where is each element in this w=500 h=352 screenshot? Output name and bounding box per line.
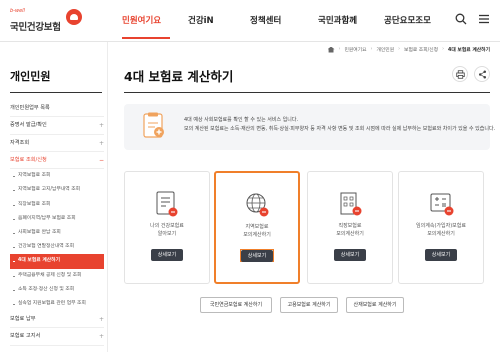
print-button[interactable] [452, 66, 468, 82]
sidebar-subitem-active[interactable]: 4대 보험료 계산하기 [10, 254, 104, 269]
breadcrumb-separator: › [338, 47, 341, 52]
sidebar-item-label: 보험료 조회/신청 [10, 156, 47, 163]
card-label-line: 모의계산하기 [336, 231, 364, 237]
pension-calc-button[interactable]: 국민연금보험료 계산하기 [200, 297, 272, 313]
card-label: 임의계속(가입자)보험료 모의계산하기 [399, 222, 483, 238]
detail-button[interactable]: 상세보기 [151, 249, 183, 261]
document-info-icon [143, 112, 164, 138]
share-icon [478, 70, 486, 78]
sidebar: 개인민원 개인민원업무 목록 증명서 발급/확인 + 자격조회 + 보험료 조회/신… [0, 42, 108, 352]
logo-tagline: b-well [10, 8, 25, 14]
nav-active-underline [122, 37, 170, 39]
title-divider [124, 92, 490, 93]
logo-mark-icon [66, 9, 82, 25]
sidebar-subitem[interactable]: 실속업 지원보험료 관련 업무 조회 [10, 297, 104, 311]
sidebar-divider [10, 92, 102, 93]
plus-icon: + [98, 122, 104, 130]
sidebar-subitem[interactable]: 직장보험료 조회 [10, 198, 104, 212]
industrial-accident-calc-button[interactable]: 산재보험료 계산하기 [346, 297, 404, 313]
calculator-doc-icon [156, 191, 178, 217]
sidebar-item-label: 자격조회 [10, 139, 30, 146]
search-icon[interactable] [455, 13, 467, 25]
sidebar-item-label: 보험료 고지서 [10, 333, 41, 340]
sidebar-item-label: 개인민원업무 목록 [10, 105, 50, 111]
card-my-health-premium: 나의 건강보험료 알아보기 상세보기 [124, 171, 210, 284]
sidebar-item-payment[interactable]: 보험료 납부 + [10, 311, 104, 329]
share-button[interactable] [474, 66, 490, 82]
card-label-line: 모의계산하기 [427, 231, 455, 237]
breadcrumb-separator: › [442, 47, 445, 52]
breadcrumb: › 민원여기요 › 개인민원 › 보험료 조회/신청 › 4대 보험료 계산하기 [327, 46, 490, 53]
breadcrumb-current: 4대 보험료 계산하기 [448, 48, 490, 53]
sidebar-item-eligibility[interactable]: 자격조회 + [10, 135, 104, 152]
sidebar-item-label: 증명서 발급/확인 [10, 122, 47, 129]
card-label-line: 지역보험료 [245, 224, 269, 230]
print-icon [455, 69, 465, 79]
logo-text: 국민건강보험 [10, 22, 61, 33]
card-label-line: 알아보기 [157, 231, 177, 237]
page-title: 4대 보험료 계산하기 [124, 69, 234, 84]
sidebar-item-label: 보험료 납부 [10, 316, 36, 323]
sidebar-subitem[interactable]: 음폐이지역/납부 보험료 조회 [10, 212, 104, 226]
card-label: 직장보험료 모의계산하기 [308, 222, 392, 238]
hamburger-menu-icon[interactable] [478, 13, 490, 25]
sidebar-item-bill[interactable]: 보험료 고지서 + [10, 328, 104, 346]
notice-line: 4대 예상 사회보험료를 확인 할 수 있는 서비스 입니다. [184, 117, 299, 123]
nav-item-policy[interactable]: 정책센터 [250, 14, 281, 26]
card-label: 지역보험료 모의계산하기 [216, 223, 298, 239]
breadcrumb-item[interactable]: 보험료 조회/신청 [404, 46, 438, 53]
sidebar-subitem[interactable]: 사회보험료 완납 조회 [10, 226, 104, 240]
sidebar-item-certificate[interactable]: 증명서 발급/확인 + [10, 117, 104, 135]
site-header: b-well 국민건강보험 민원여기요 건강iN 정책센터 국민과함께 공단요모… [0, 0, 500, 42]
sidebar-subitem[interactable]: 소득 조정·정산 신청 및 조회 [10, 283, 104, 297]
sidebar-subitem[interactable]: 지역보험료 조회 [10, 169, 104, 183]
card-label-line: 나의 건강보험료 [150, 223, 184, 229]
card-label-line: 임의계속(가입자)보험료 [416, 223, 466, 229]
employment-calc-button[interactable]: 고용보험료 계산하기 [280, 297, 338, 313]
card-label: 나의 건강보험료 알아보기 [125, 222, 209, 238]
plus-icon: + [98, 316, 104, 324]
nav-item-about[interactable]: 공단요모조모 [384, 14, 431, 26]
card-label-line: 직장보험료 [338, 223, 362, 229]
sidebar-subitem[interactable]: 건강보험 연말정산내역 조회 [10, 240, 104, 254]
notice-line: 모의 계산된 보험료는 소득·재산의 변동, 취득·상실·피부양자 등 자격 사… [184, 126, 496, 132]
card-label-line: 모의계산하기 [243, 232, 271, 238]
detail-button[interactable]: 상세보기 [241, 250, 273, 262]
breadcrumb-separator: › [398, 47, 401, 52]
sidebar-title: 개인민원 [10, 70, 51, 83]
plus-icon: + [98, 139, 104, 147]
sidebar-subitem[interactable]: 주택금융부채 공제 신청 및 조회 [10, 269, 104, 283]
sidebar-item-premium[interactable]: 보험료 조회/신청 − [10, 152, 104, 170]
logo[interactable]: b-well 국민건강보험 [10, 8, 82, 34]
detail-button[interactable]: 상세보기 [425, 249, 457, 261]
plus-icon: + [98, 333, 104, 341]
calculator-icon [430, 193, 454, 216]
breadcrumb-separator: › [370, 47, 373, 52]
nav-item-minwon[interactable]: 민원여기요 [122, 14, 161, 26]
card-voluntary-premium: 임의계속(가입자)보험료 모의계산하기 상세보기 [398, 171, 484, 284]
notice-box: 4대 예상 사회보험료를 확인 할 수 있는 서비스 입니다. 모의 계산된 보… [124, 104, 495, 150]
minus-icon: − [98, 156, 104, 164]
breadcrumb-item[interactable]: 민원여기요 [344, 46, 366, 53]
breadcrumb-item[interactable]: 개인민원 [376, 46, 394, 53]
sidebar-subitem[interactable]: 지역보험료 고지/납부내역 조회 [10, 183, 104, 197]
nav-item-together[interactable]: 국민과함께 [318, 14, 357, 26]
home-icon[interactable] [327, 46, 335, 53]
nav-item-health-in[interactable]: 건강iN [188, 14, 214, 26]
building-calculator-icon [340, 192, 362, 216]
sidebar-item-list[interactable]: 개인민원업무 목록 [10, 100, 104, 118]
card-regional-premium: 지역보험료 모의계산하기 상세보기 [214, 171, 300, 284]
detail-button[interactable]: 상세보기 [334, 249, 366, 261]
card-workplace-premium: 직장보험료 모의계산하기 상세보기 [307, 171, 393, 284]
globe-calculator-icon [246, 193, 269, 217]
sidebar-menu: 개인민원업무 목록 증명서 발급/확인 + 자격조회 + 보험료 조회/신청 − 지역… [10, 100, 104, 346]
notice-text: 4대 예상 사회보험료를 확인 할 수 있는 서비스 입니다. 모의 계산된 보… [184, 116, 495, 134]
